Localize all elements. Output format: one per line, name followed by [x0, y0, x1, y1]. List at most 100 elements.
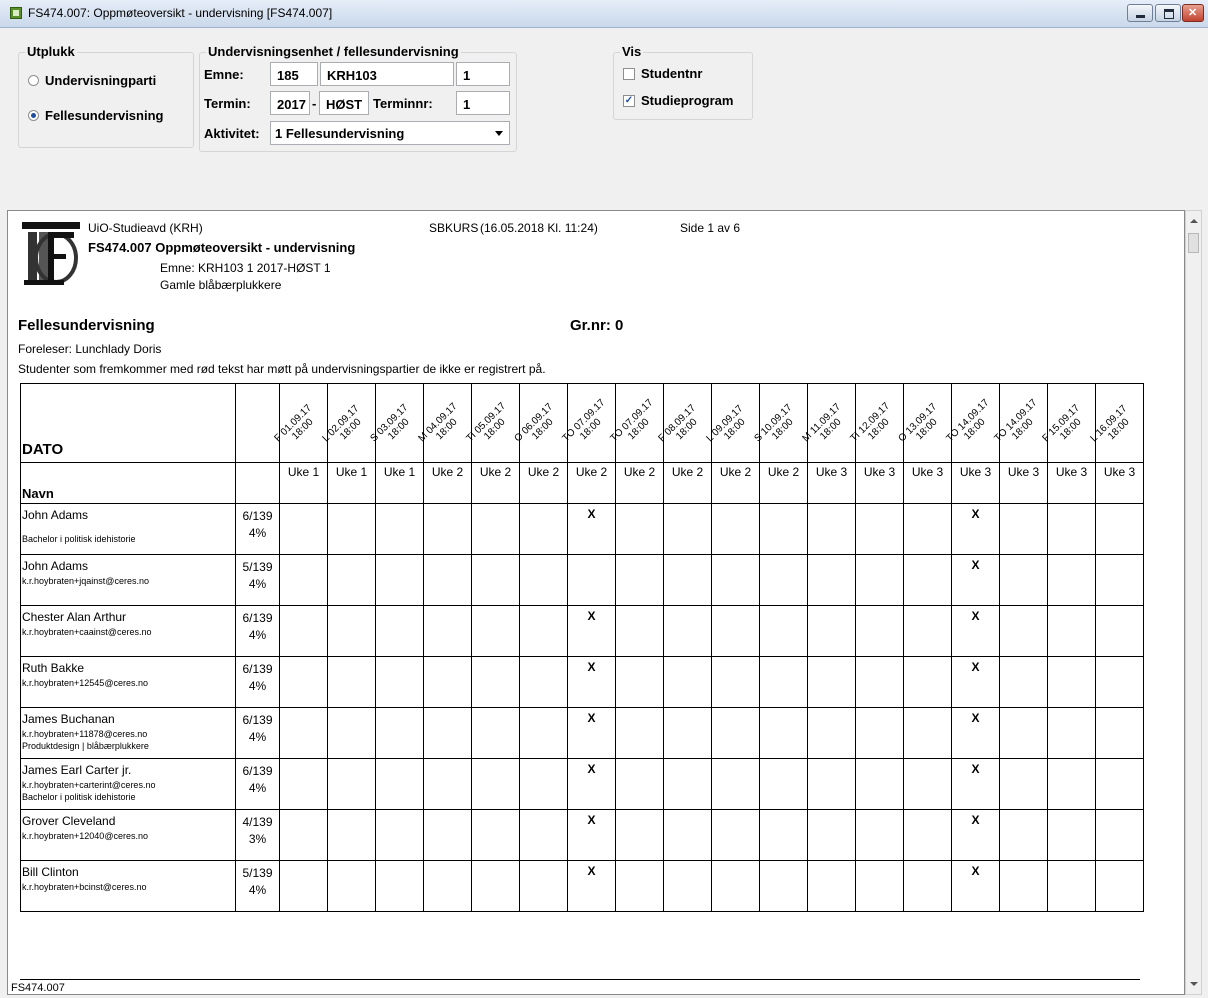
checkmark-icon[interactable]: ✓ — [623, 94, 635, 107]
checkbox-icon[interactable] — [623, 67, 635, 80]
attendance-cell — [423, 860, 472, 912]
attendance-cell — [999, 758, 1048, 810]
attendance-cell — [759, 503, 808, 555]
student-name-cell: John Adams k.r.hoybraten+jqainst@ceres.no — [20, 554, 236, 606]
student-name-cell: Grover Cleveland k.r.hoybraten+12040@cere… — [20, 809, 236, 861]
attendance-cell — [999, 503, 1048, 555]
date-header-cell: F 01.09.17 18:00 — [272, 383, 328, 463]
student-name-cell: Chester Alan Arthur k.r.hoybraten+caainst… — [20, 605, 236, 657]
attendance-cell — [615, 605, 664, 657]
attendance-cell — [711, 554, 760, 606]
student-program: Bachelor i politisk idehistorie — [22, 534, 136, 544]
student-name-cell: Bill Clinton k.r.hoybraten+bcinst@ceres.n… — [20, 860, 236, 912]
attendance-cell — [519, 758, 568, 810]
date-header-cell: TO 07.09.17 18:00 — [608, 383, 664, 463]
week-cell: Uke 2 — [519, 462, 568, 504]
attendance-cell — [375, 554, 424, 606]
attendance-cell — [1095, 860, 1144, 912]
attendance-mark: X — [971, 762, 980, 776]
attendance-cell — [327, 860, 376, 912]
close-button[interactable] — [1182, 4, 1204, 22]
radio-selected-icon[interactable] — [28, 110, 39, 121]
chevron-down-icon[interactable] — [495, 131, 503, 136]
attendance-cell — [471, 809, 520, 861]
attendance-cell — [903, 554, 952, 606]
attendance-count: 4/139 — [242, 815, 273, 829]
attendance-cell — [519, 503, 568, 555]
attendance-mark: X — [971, 609, 980, 623]
student-email: k.r.hoybraten+12545@ceres.no — [22, 678, 148, 688]
scroll-up-icon[interactable] — [1190, 219, 1198, 223]
table-row: James Earl Carter jr. k.r.hoybraten+carte… — [20, 758, 1144, 810]
attendance-cell: X — [567, 809, 616, 861]
attendance-cell — [375, 860, 424, 912]
emne-inst-field[interactable]: 185 — [270, 62, 318, 86]
navn-header-cell: Navn — [20, 462, 236, 504]
date-header-cell: TI 12.09.17 18:00 — [848, 383, 904, 463]
aktivitet-select[interactable]: 1 Fellesundervisning — [270, 121, 510, 145]
attendance-cell: X — [951, 707, 1000, 759]
checkbox-studieprogram[interactable]: ✓ Studieprogram — [623, 93, 733, 108]
emne-version-field[interactable]: 1 — [456, 62, 510, 86]
attendance-cell — [999, 656, 1048, 708]
table-row: Bill Clinton k.r.hoybraten+bcinst@ceres.n… — [20, 860, 1144, 912]
terminnr-field[interactable]: 1 — [456, 91, 510, 115]
termin-year-field[interactable]: 2017 — [270, 91, 310, 115]
attendance-cell: X — [567, 758, 616, 810]
student-name: James Buchanan — [22, 712, 115, 726]
attendance-cell — [279, 554, 328, 606]
report-viewer[interactable]: UiO-Studieavd (KRH) SBKURS (16.05.2018 K… — [7, 210, 1185, 995]
date-header-cell: M 04.09.17 18:00 — [416, 383, 472, 463]
report-system: SBKURS — [429, 221, 479, 235]
scroll-down-icon[interactable] — [1190, 982, 1198, 986]
checkbox-studentnr[interactable]: Studentnr — [623, 66, 702, 81]
maximize-button[interactable] — [1155, 4, 1181, 22]
attendance-cell: X — [567, 503, 616, 555]
emne-label: Emne: — [204, 67, 244, 82]
section-title: Fellesundervisning — [18, 317, 155, 334]
attendance-cell — [1047, 758, 1096, 810]
attendance-mark: X — [971, 507, 980, 521]
minimize-button[interactable] — [1127, 4, 1153, 22]
attendance-cell: X — [567, 605, 616, 657]
attendance-cell — [423, 503, 472, 555]
attendance-cell — [279, 758, 328, 810]
attendance-cell — [999, 707, 1048, 759]
attendance-cell — [471, 605, 520, 657]
week-cell: Uke 1 — [327, 462, 376, 504]
attendance-cell — [807, 503, 856, 555]
attendance-cell — [375, 707, 424, 759]
attendance-percent: 4% — [248, 679, 267, 693]
attendance-cell — [1047, 605, 1096, 657]
attendance-table: DATO F 01.09.17 18:00 L 02.09.17 18:00 S 03.0… — [20, 383, 1144, 912]
attendance-percent: 4% — [248, 628, 267, 642]
week-cell: Uke 3 — [807, 462, 856, 504]
table-row: Grover Cleveland k.r.hoybraten+12040@cere… — [20, 809, 1144, 861]
attendance-cell — [1047, 554, 1096, 606]
attendance-cell — [423, 554, 472, 606]
attendance-cell — [807, 758, 856, 810]
radio-icon[interactable] — [28, 75, 39, 86]
vertical-scrollbar[interactable] — [1185, 210, 1202, 995]
attendance-cell — [471, 860, 520, 912]
report-footer: FS474.007 — [11, 982, 65, 994]
date-header-cell: L 16.09.17 18:00 — [1088, 383, 1144, 463]
attendance-count-cell: 6/139 4% — [235, 656, 280, 708]
radio-fellesundervisning[interactable]: Fellesundervisning — [28, 108, 163, 123]
title-bar: FS474.007: Oppmøteoversikt - undervisnin… — [0, 0, 1208, 28]
date-label: M 04.09.17 18:00 — [416, 394, 474, 452]
attendance-cell — [423, 758, 472, 810]
week-cell: Uke 2 — [615, 462, 664, 504]
date-header-row: DATO F 01.09.17 18:00 L 02.09.17 18:00 S 03.0… — [20, 383, 1144, 463]
group-number: Gr.nr: 0 — [570, 317, 624, 334]
emne-code-field[interactable]: KRH103 — [320, 62, 454, 86]
attendance-cell: X — [951, 503, 1000, 555]
date-label: TO 14.09.17 18:00 — [944, 394, 1002, 452]
report-title: FS474.007 Oppmøteoversikt - undervisning — [88, 240, 356, 255]
termin-season-field[interactable]: HØST — [319, 91, 369, 115]
radio-undervisningparti[interactable]: Undervisningparti — [28, 73, 156, 88]
vis-label: Vis — [620, 44, 644, 59]
report-emne-line: Emne: KRH103 1 2017-HØST 1 — [160, 261, 331, 275]
attendance-cell — [279, 605, 328, 657]
scroll-thumb[interactable] — [1188, 233, 1199, 253]
